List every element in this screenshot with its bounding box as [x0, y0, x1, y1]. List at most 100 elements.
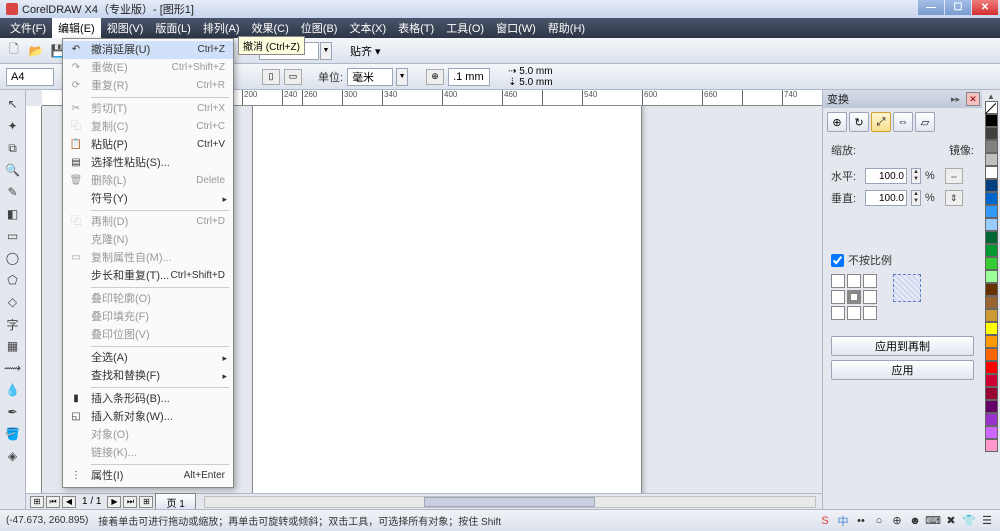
- menu-视图[interactable]: 视图(V): [101, 18, 150, 38]
- skew-tab-icon[interactable]: ▱: [915, 112, 935, 132]
- menu-item[interactable]: ▤选择性粘贴(S)...: [63, 154, 233, 172]
- apply-duplicate-button[interactable]: 应用到再制: [831, 336, 974, 356]
- polygon-tool-icon[interactable]: ⬠: [3, 270, 23, 290]
- portrait-icon[interactable]: ▯: [262, 69, 280, 85]
- tray-icon-1[interactable]: S: [818, 514, 832, 528]
- tray-icon-2[interactable]: 中: [836, 514, 850, 528]
- anchor-grid[interactable]: [831, 274, 877, 320]
- rotate-tab-icon[interactable]: ↻: [849, 112, 869, 132]
- color-swatch[interactable]: [985, 374, 998, 387]
- fill-tool-icon[interactable]: 🪣: [3, 424, 23, 444]
- last-page-icon[interactable]: ⏭: [123, 496, 137, 508]
- horizontal-scrollbar[interactable]: [204, 496, 816, 508]
- menu-窗口[interactable]: 窗口(W): [490, 18, 542, 38]
- color-swatch[interactable]: [985, 309, 998, 322]
- nudge-input[interactable]: [448, 68, 490, 86]
- color-swatch[interactable]: [985, 218, 998, 231]
- rectangle-tool-icon[interactable]: ▭: [3, 226, 23, 246]
- menu-item[interactable]: 📋粘贴(P)Ctrl+V: [63, 136, 233, 154]
- color-swatch[interactable]: [985, 114, 998, 127]
- menu-item[interactable]: ⋮属性(I)Alt+Enter: [63, 467, 233, 485]
- position-tab-icon[interactable]: ⊕: [827, 112, 847, 132]
- open-icon[interactable]: 📂: [26, 41, 46, 61]
- color-swatch[interactable]: [985, 413, 998, 426]
- color-swatch[interactable]: [985, 439, 998, 452]
- units-select[interactable]: [347, 68, 393, 86]
- menu-位图[interactable]: 位图(B): [295, 18, 344, 38]
- color-swatch[interactable]: [985, 348, 998, 361]
- color-swatch[interactable]: [985, 179, 998, 192]
- color-swatch[interactable]: [985, 140, 998, 153]
- pick-tool-icon[interactable]: ↖: [3, 94, 23, 114]
- tray-icon-7[interactable]: ⌨: [926, 514, 940, 528]
- menu-工具[interactable]: 工具(O): [440, 18, 490, 38]
- menu-版面[interactable]: 版面(L): [149, 18, 196, 38]
- menu-编辑[interactable]: 编辑(E): [52, 18, 101, 38]
- color-swatch[interactable]: [985, 400, 998, 413]
- menu-表格[interactable]: 表格(T): [392, 18, 440, 38]
- minimize-button[interactable]: —: [918, 0, 944, 15]
- menu-item[interactable]: ◱插入新对象(W)...: [63, 408, 233, 426]
- basic-shapes-icon[interactable]: ◇: [3, 292, 23, 312]
- crop-tool-icon[interactable]: ⧉: [3, 138, 23, 158]
- new-icon[interactable]: 🗋: [4, 41, 24, 61]
- tray-icon-10[interactable]: ☰: [980, 514, 994, 528]
- menu-排列[interactable]: 排列(A): [197, 18, 246, 38]
- h-scale-input[interactable]: [865, 168, 907, 184]
- menu-item[interactable]: ▮插入条形码(B)...: [63, 390, 233, 408]
- menu-效果[interactable]: 效果(C): [246, 18, 295, 38]
- tray-icon-9[interactable]: 👕: [962, 514, 976, 528]
- docker-collapse-icon[interactable]: ▸▸: [951, 94, 960, 105]
- color-swatch[interactable]: [985, 153, 998, 166]
- mirror-h-icon[interactable]: ⇔: [945, 168, 963, 184]
- docker-title-bar[interactable]: 变换 ▸▸ ✕: [823, 90, 982, 108]
- color-swatch[interactable]: [985, 387, 998, 400]
- zoom-dropdown-arrow[interactable]: ▼: [320, 42, 332, 60]
- menu-item[interactable]: 符号(Y)▸: [63, 190, 233, 208]
- prev-page-icon[interactable]: ◀: [62, 496, 76, 508]
- color-swatch[interactable]: [985, 426, 998, 439]
- color-swatch[interactable]: [985, 270, 998, 283]
- page-tab[interactable]: 页 1: [155, 493, 195, 511]
- eyedropper-icon[interactable]: 💧: [3, 380, 23, 400]
- color-swatch[interactable]: [985, 127, 998, 140]
- add-page-after-icon[interactable]: ⊞: [139, 496, 153, 508]
- tray-icon-4[interactable]: ○: [872, 514, 886, 528]
- ellipse-tool-icon[interactable]: ◯: [3, 248, 23, 268]
- tray-icon-6[interactable]: ☻: [908, 514, 922, 528]
- color-swatch[interactable]: [985, 257, 998, 270]
- palette-up-icon[interactable]: ▲: [987, 92, 995, 101]
- color-swatch[interactable]: [985, 335, 998, 348]
- mirror-v-icon[interactable]: ⇕: [945, 190, 963, 206]
- smart-fill-icon[interactable]: ◧: [3, 204, 23, 224]
- tray-icon-5[interactable]: ⊕: [890, 514, 904, 528]
- shape-tool-icon[interactable]: ✦: [3, 116, 23, 136]
- menu-文件[interactable]: 文件(F): [4, 18, 52, 38]
- paper-size-select[interactable]: [6, 68, 54, 86]
- text-tool-icon[interactable]: 字: [3, 314, 23, 334]
- docker-close-icon[interactable]: ✕: [966, 92, 980, 106]
- h-spinner[interactable]: ▲▼: [911, 168, 921, 184]
- tray-icon-3[interactable]: ••: [854, 514, 868, 528]
- first-page-icon[interactable]: ⏮: [46, 496, 60, 508]
- color-swatch[interactable]: [985, 231, 998, 244]
- outline-tool-icon[interactable]: ✒: [3, 402, 23, 422]
- freehand-tool-icon[interactable]: ✎: [3, 182, 23, 202]
- menu-item[interactable]: 查找和替换(F)▸: [63, 367, 233, 385]
- add-page-icon[interactable]: ⊞: [30, 496, 44, 508]
- size-tab-icon[interactable]: ⇔: [893, 112, 913, 132]
- snap-label[interactable]: 贴齐 ▾: [346, 41, 385, 61]
- apply-button[interactable]: 应用: [831, 360, 974, 380]
- menu-item[interactable]: 全选(A)▸: [63, 349, 233, 367]
- color-swatch[interactable]: [985, 192, 998, 205]
- no-color-swatch[interactable]: [985, 101, 998, 114]
- scale-tab-icon[interactable]: ⤢: [871, 112, 891, 132]
- menu-帮助[interactable]: 帮助(H): [542, 18, 591, 38]
- units-arrow-icon[interactable]: ▼: [396, 68, 408, 86]
- v-scale-input[interactable]: [865, 190, 907, 206]
- close-button[interactable]: ✕: [972, 0, 998, 15]
- interactive-fill-icon[interactable]: ◈: [3, 446, 23, 466]
- landscape-icon[interactable]: ▭: [284, 69, 302, 85]
- next-page-icon[interactable]: ▶: [107, 496, 121, 508]
- menu-item[interactable]: ↶撤消延展(U)Ctrl+Z: [63, 41, 233, 59]
